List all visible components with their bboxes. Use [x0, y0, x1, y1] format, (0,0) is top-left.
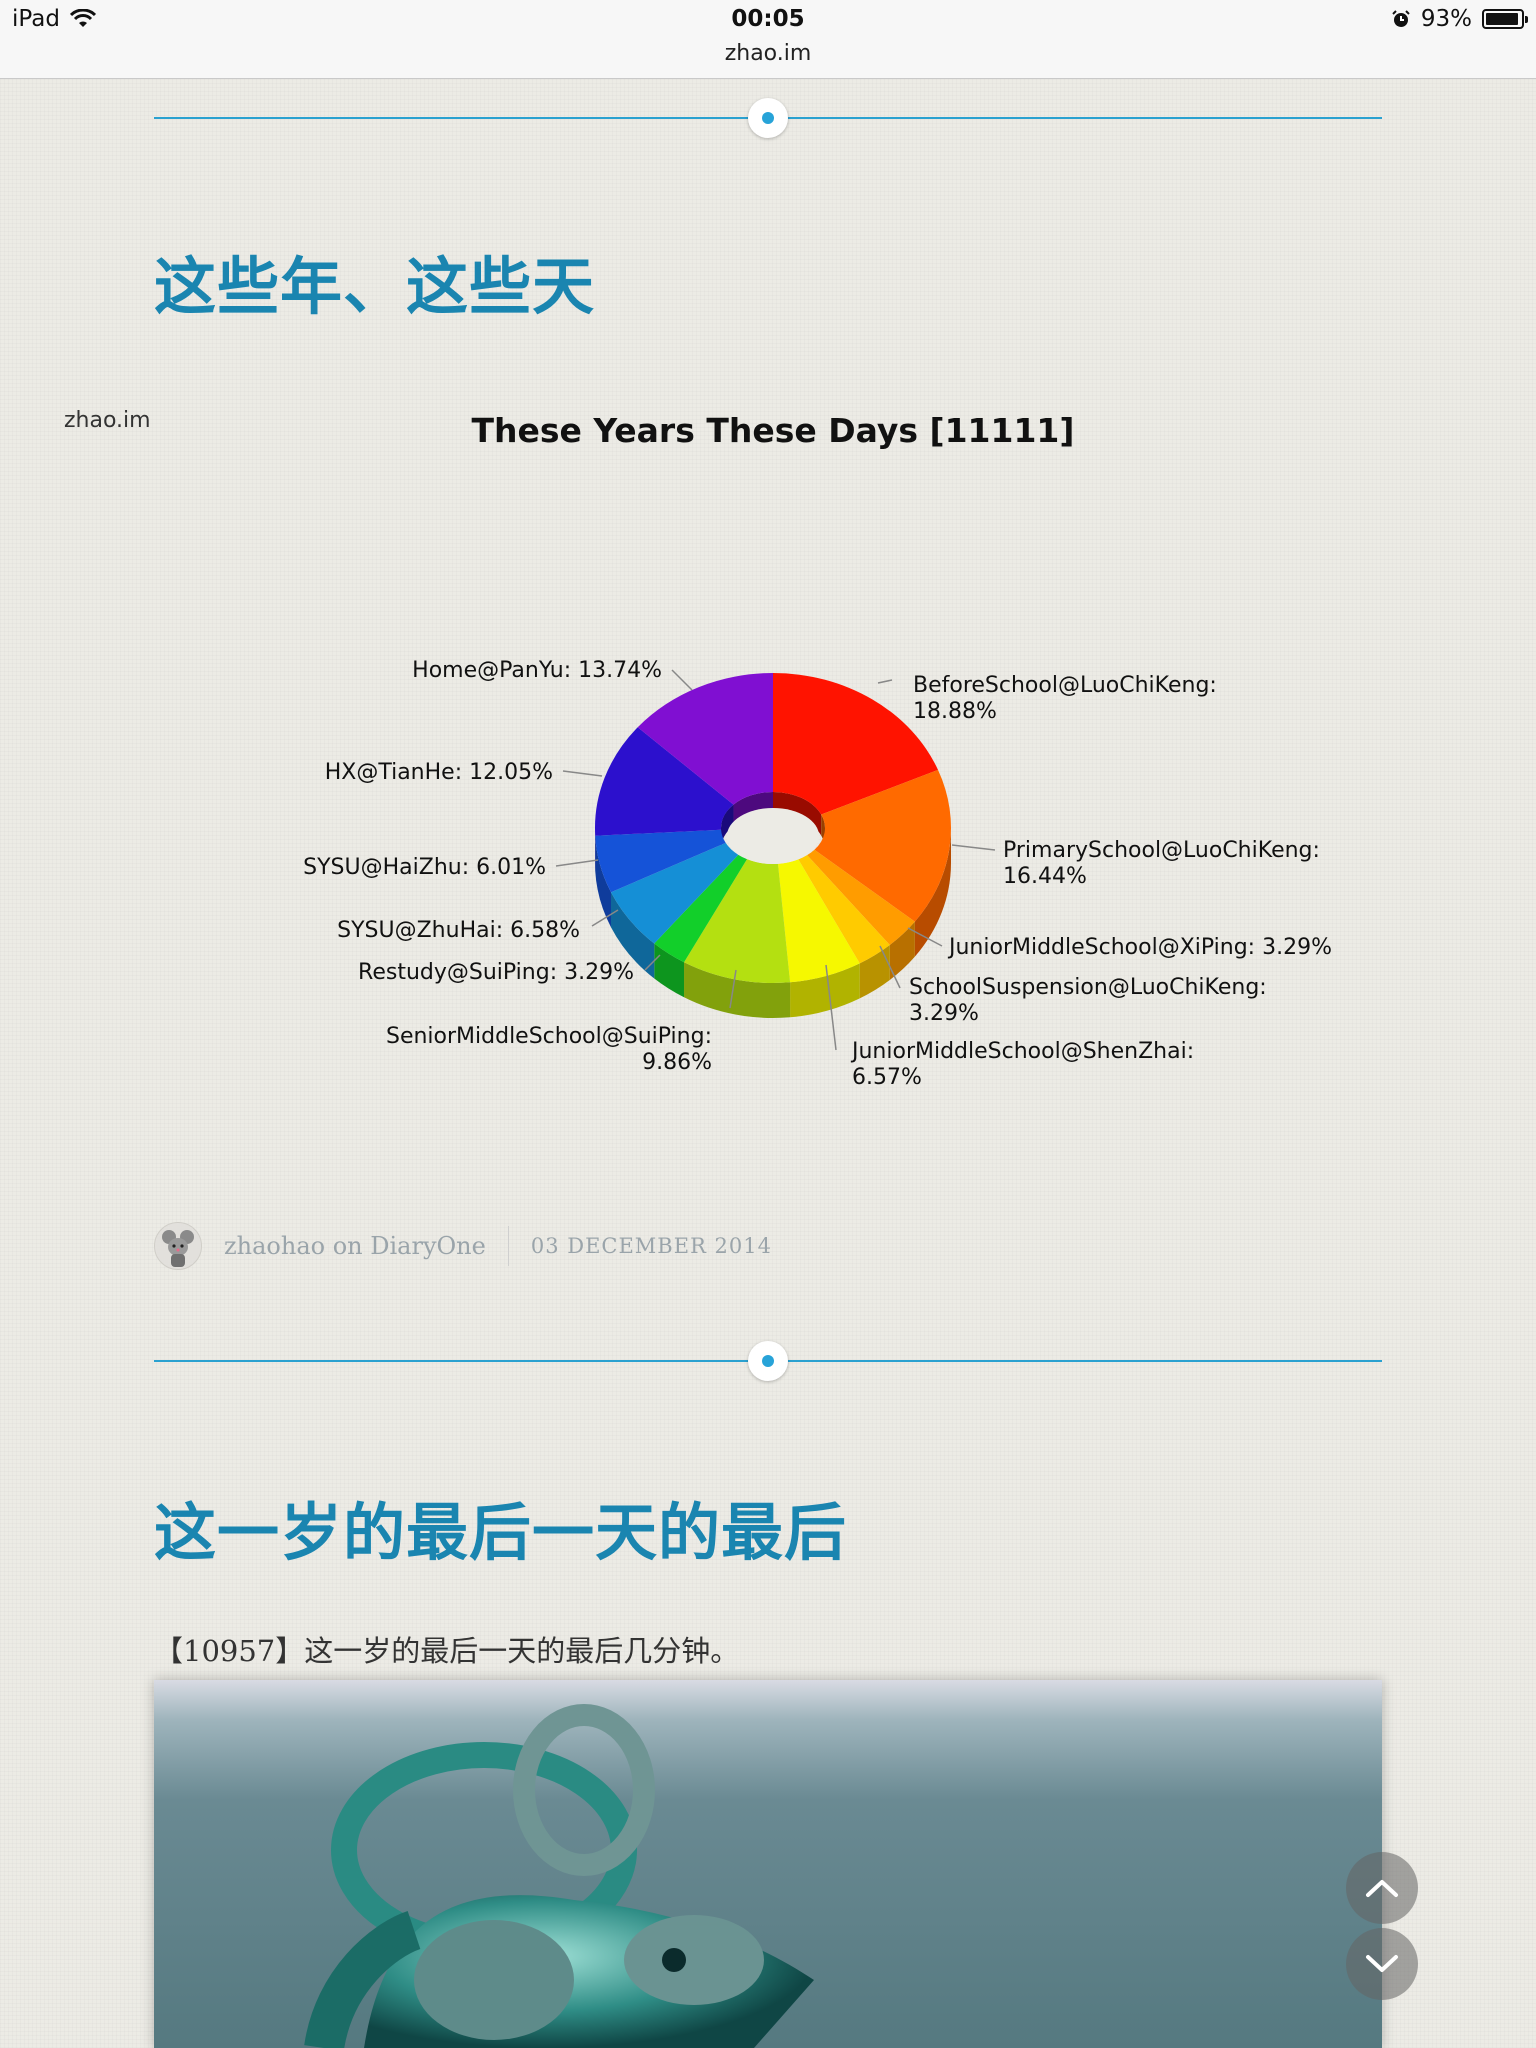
- pie-label-leader: [562, 770, 603, 777]
- post-author[interactable]: zhaohao on DiaryOne: [224, 1232, 486, 1260]
- post-photo[interactable]: [154, 1680, 1382, 2048]
- pie-slice-label: Restudy@SuiPing: 3.29%: [358, 960, 634, 985]
- pie-slice-percent: 18.88%: [913, 699, 997, 724]
- pie-slice-label: Home@PanYu: 13.74%: [412, 658, 662, 683]
- pie-label-leader: [951, 844, 996, 851]
- chevron-up-icon: [1366, 1880, 1398, 1897]
- pie-slice-percent: 16.44%: [1003, 864, 1087, 889]
- mouse-avatar-icon: [162, 1230, 194, 1267]
- pie-slice-label: SYSU@HaiZhu: 6.01%: [303, 855, 546, 880]
- pie-slice-label: BeforeSchool@LuoChiKeng:: [913, 673, 1217, 698]
- divider-dot: [748, 1341, 788, 1381]
- pie-label-leader: [671, 669, 693, 691]
- pie-label-leader: [877, 679, 893, 684]
- pie-slice-percent: 6.57%: [852, 1065, 922, 1090]
- pie-hole: [727, 808, 819, 864]
- avatar[interactable]: [154, 1222, 202, 1270]
- pie-chart: These Years These Days [11111] BeforeScho…: [303, 411, 1332, 1090]
- pie-slice-percent: 9.86%: [642, 1050, 712, 1075]
- pie-slice-label: JuniorMiddleSchool@ShenZhai:: [850, 1039, 1194, 1064]
- chevron-down-icon: [1366, 1955, 1398, 1972]
- post-meta: zhaohao on DiaryOne 03 DECEMBER 2014: [154, 1222, 772, 1270]
- mouse-pendant-image: [304, 1704, 814, 2048]
- scroll-up-button[interactable]: [1346, 1852, 1418, 1924]
- pie-slice-percent: 3.29%: [909, 1001, 979, 1026]
- pie-slice-label: PrimarySchool@LuoChiKeng:: [1003, 838, 1320, 863]
- pie-slice-label: HX@TianHe: 12.05%: [325, 760, 553, 785]
- meta-separator: [507, 1226, 509, 1266]
- post-date[interactable]: 03 DECEMBER 2014: [531, 1234, 772, 1258]
- pie-slice-label: SchoolSuspension@LuoChiKeng:: [909, 975, 1267, 1000]
- post-title[interactable]: 这一岁的最后一天的最后: [154, 1482, 847, 1572]
- pie-slice-label: SYSU@ZhuHai: 6.58%: [337, 918, 580, 943]
- scroll-down-button[interactable]: [1346, 1928, 1418, 2000]
- pie-label-leader: [555, 859, 599, 867]
- pie-slice-label: JuniorMiddleSchool@XiPing: 3.29%: [947, 935, 1332, 960]
- chart-title: These Years These Days [11111]: [472, 411, 1075, 450]
- pie-slice-label: SeniorMiddleSchool@SuiPing:: [386, 1024, 712, 1049]
- post-excerpt: 【10957】这一岁的最后一天的最后几分钟。: [154, 1634, 740, 1668]
